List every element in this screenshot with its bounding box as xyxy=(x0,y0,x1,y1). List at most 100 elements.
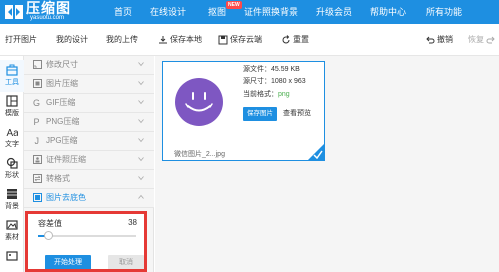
panel-item-jpg[interactable]: J JPG压缩 xyxy=(24,132,154,151)
open-image-label: 打开图片 xyxy=(5,35,37,44)
panel-item-resize[interactable]: 修改尺寸 xyxy=(24,56,154,75)
panel-item-png[interactable]: P PNG压缩 xyxy=(24,113,154,132)
remove-bg-settings: 容差值 38 开始处理 取消 xyxy=(26,212,144,272)
nav-upgrade-vip[interactable]: 升级会员 xyxy=(316,0,352,24)
redo-icon xyxy=(486,36,495,44)
rail-label-shapes: 形状 xyxy=(5,172,19,179)
shape-icon xyxy=(6,157,18,169)
source-file-value: 45.59 KB xyxy=(271,66,300,73)
nav-id-photo-bg[interactable]: 证件照换背景 xyxy=(244,0,298,24)
reset-label: 重置 xyxy=(293,35,309,44)
id-photo-icon xyxy=(33,155,42,164)
svg-text:P: P xyxy=(34,117,40,126)
toolbar: 打开图片 我的设计 我的上传 保存本地 保存云端 重置 撤销 恢复 xyxy=(0,24,499,56)
panel-label-png: PNG压缩 xyxy=(46,117,80,126)
text-icon: Aa xyxy=(7,128,19,138)
panel-item-remove-bg[interactable]: 图片去底色 xyxy=(24,189,154,208)
material-icon xyxy=(6,220,18,230)
nav-online-design[interactable]: 在线设计 xyxy=(150,0,186,24)
source-size-label: 源尺寸： xyxy=(243,78,271,85)
panel-item-gif[interactable]: G GIF压缩 xyxy=(24,94,154,113)
panel-label-convert: 转格式 xyxy=(46,174,70,183)
nav-cutout[interactable]: 抠图 xyxy=(208,0,226,24)
convert-icon xyxy=(33,174,42,183)
tolerance-slider-thumb[interactable] xyxy=(43,231,53,240)
png-icon: P xyxy=(34,117,40,126)
rail-item-material[interactable]: 素材 xyxy=(0,215,24,247)
my-uploads-button[interactable]: 我的上传 xyxy=(106,24,138,56)
reset-button[interactable]: 重置 xyxy=(281,24,309,56)
rail-item-shapes[interactable]: 形状 xyxy=(0,153,24,185)
source-size-info: 源尺寸：1080 x 963 xyxy=(243,77,306,86)
save-cloud-label: 保存云端 xyxy=(230,35,262,44)
tolerance-slider[interactable] xyxy=(38,231,136,240)
panel-label-id-photo: 证件照压缩 xyxy=(46,155,86,164)
save-local-label: 保存本地 xyxy=(170,35,202,44)
panel-label-jpg: JPG压缩 xyxy=(46,136,78,145)
panel-item-convert[interactable]: 转格式 xyxy=(24,170,154,189)
cloud-save-icon xyxy=(218,35,228,45)
save-local-button[interactable]: 保存本地 xyxy=(158,24,202,56)
my-designs-label: 我的设计 xyxy=(56,35,88,44)
logo-icon xyxy=(5,5,23,19)
save-image-button[interactable]: 保存图片 xyxy=(243,107,277,121)
panel-label-resize: 修改尺寸 xyxy=(46,60,78,69)
start-processing-button[interactable]: 开始处理 xyxy=(45,255,91,271)
check-icon xyxy=(313,150,323,159)
svg-text:Aa: Aa xyxy=(7,128,19,138)
image-icon xyxy=(6,251,18,261)
undo-button[interactable]: 撤销 xyxy=(425,24,453,56)
rail-label-material: 素材 xyxy=(5,234,19,241)
rail-label-background: 背景 xyxy=(5,203,19,210)
workspace: 源文件：45.59 KB 源尺寸：1080 x 963 当前格式：png 保存图… xyxy=(155,56,499,272)
image-filename: 微信图片_2...jpg xyxy=(174,151,225,158)
tolerance-label: 容差值 xyxy=(38,219,62,228)
resize-icon xyxy=(33,60,42,69)
panel-label-compress: 图片压缩 xyxy=(46,79,78,88)
my-designs-button[interactable]: 我的设计 xyxy=(56,24,88,56)
redo-button[interactable]: 恢复 xyxy=(468,24,496,56)
logo-subtitle: yasuotu.com xyxy=(30,15,65,21)
tool-rail: 工具 模版 Aa 文字 形状 背景 素材 xyxy=(0,56,24,272)
rail-item-image[interactable] xyxy=(0,246,24,272)
panel-item-compress[interactable]: 图片压缩 xyxy=(24,75,154,94)
view-preview-link[interactable]: 查看预览 xyxy=(283,107,311,121)
background-icon xyxy=(7,189,17,199)
image-thumbnail[interactable] xyxy=(175,78,223,126)
rail-label-tools: 工具 xyxy=(5,79,19,86)
compress-icon xyxy=(33,79,42,88)
cancel-button[interactable]: 取消 xyxy=(108,255,144,271)
face-icon xyxy=(185,92,213,112)
logo-title: 压缩图 xyxy=(26,0,71,16)
nav-help-center[interactable]: 帮助中心 xyxy=(370,0,406,24)
download-icon xyxy=(159,35,167,44)
rail-item-background[interactable]: 背景 xyxy=(0,184,24,216)
nav-home[interactable]: 首页 xyxy=(114,0,132,24)
chevron-down-icon xyxy=(138,100,144,105)
current-format-info: 当前格式：png xyxy=(243,90,290,99)
chevron-up-icon xyxy=(138,194,144,199)
image-card[interactable]: 源文件：45.59 KB 源尺寸：1080 x 963 当前格式：png 保存图… xyxy=(162,61,325,161)
chevron-down-icon xyxy=(138,62,144,67)
source-size-value: 1080 x 963 xyxy=(271,78,306,85)
save-cloud-button[interactable]: 保存云端 xyxy=(218,24,262,56)
rail-item-tools[interactable]: 工具 xyxy=(0,60,24,92)
chevron-down-icon xyxy=(138,157,144,162)
rail-item-templates[interactable]: 模版 xyxy=(0,91,24,123)
source-file-label: 源文件： xyxy=(243,66,271,73)
svg-text:J: J xyxy=(35,136,40,145)
top-nav: 压缩图 yasuotu.com 首页 在线设计 抠图 NEW 证件照换背景 升级… xyxy=(0,0,499,24)
rail-item-text[interactable]: Aa 文字 xyxy=(0,122,24,154)
gif-icon: G xyxy=(33,98,40,107)
svg-text:G: G xyxy=(33,98,40,107)
chevron-down-icon xyxy=(138,176,144,181)
new-badge: NEW xyxy=(226,1,242,9)
logo[interactable]: 压缩图 yasuotu.com xyxy=(4,1,94,23)
jpg-icon: J xyxy=(35,136,40,145)
reset-icon xyxy=(282,35,290,44)
nav-all-features[interactable]: 所有功能 xyxy=(426,0,462,24)
open-image-button[interactable]: 打开图片 xyxy=(5,24,37,56)
panel-item-id-photo[interactable]: 证件照压缩 xyxy=(24,151,154,170)
rail-label-text: 文字 xyxy=(5,141,19,148)
current-format-label: 当前格式： xyxy=(243,91,278,98)
